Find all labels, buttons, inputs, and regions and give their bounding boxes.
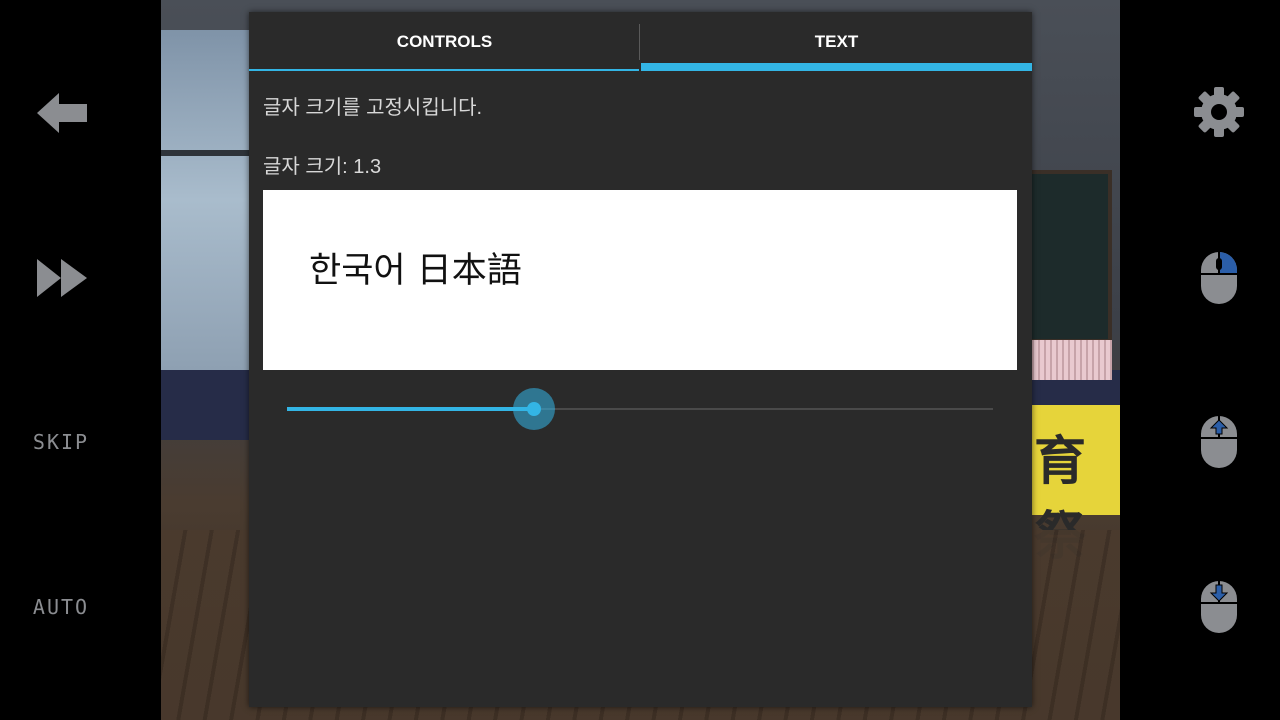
tab-controls-underline [249,69,639,71]
auto-button[interactable]: AUTO [20,587,102,627]
slider-thumb[interactable] [527,402,542,416]
tab-divider [639,24,640,60]
skip-button[interactable]: SKIP [20,422,102,462]
mouse-scroll-down-icon [1201,581,1237,633]
tab-bar: CONTROLS TEXT [249,12,1032,72]
tab-text-selected-indicator [641,63,1032,71]
classroom-window [161,30,257,370]
mouse-scroll-down-button[interactable] [1196,577,1242,637]
settings-dialog: CONTROLS TEXT 글자 크기를 고정시킵니다. 글자 크기: 1.3 … [249,12,1032,707]
preview-text: 한국어 日本語 [309,251,522,291]
gear-icon [1194,87,1244,137]
font-size-slider[interactable] [287,388,993,430]
mouse-scroll-up-icon [1201,416,1237,468]
text-size-description: 글자 크기를 고정시킵니다. [263,97,483,119]
mouse-click-icon [1201,252,1237,304]
fast-forward-button[interactable] [30,250,94,306]
bookshelf [1022,340,1112,380]
mouse-scroll-up-button[interactable] [1196,412,1242,472]
fast-forward-icon [37,259,87,297]
tab-controls[interactable]: CONTROLS [249,12,640,72]
slider-fill [287,407,535,411]
settings-button[interactable] [1190,83,1248,141]
festival-banner: 育 祭 [1030,405,1120,567]
text-preview-box: 한국어 日本語 [263,190,1017,370]
arrow-left-icon [37,93,87,133]
font-size-label: 글자 크기: 1.3 [263,156,382,178]
mouse-click-button[interactable] [1196,248,1242,308]
back-button[interactable] [30,85,94,141]
